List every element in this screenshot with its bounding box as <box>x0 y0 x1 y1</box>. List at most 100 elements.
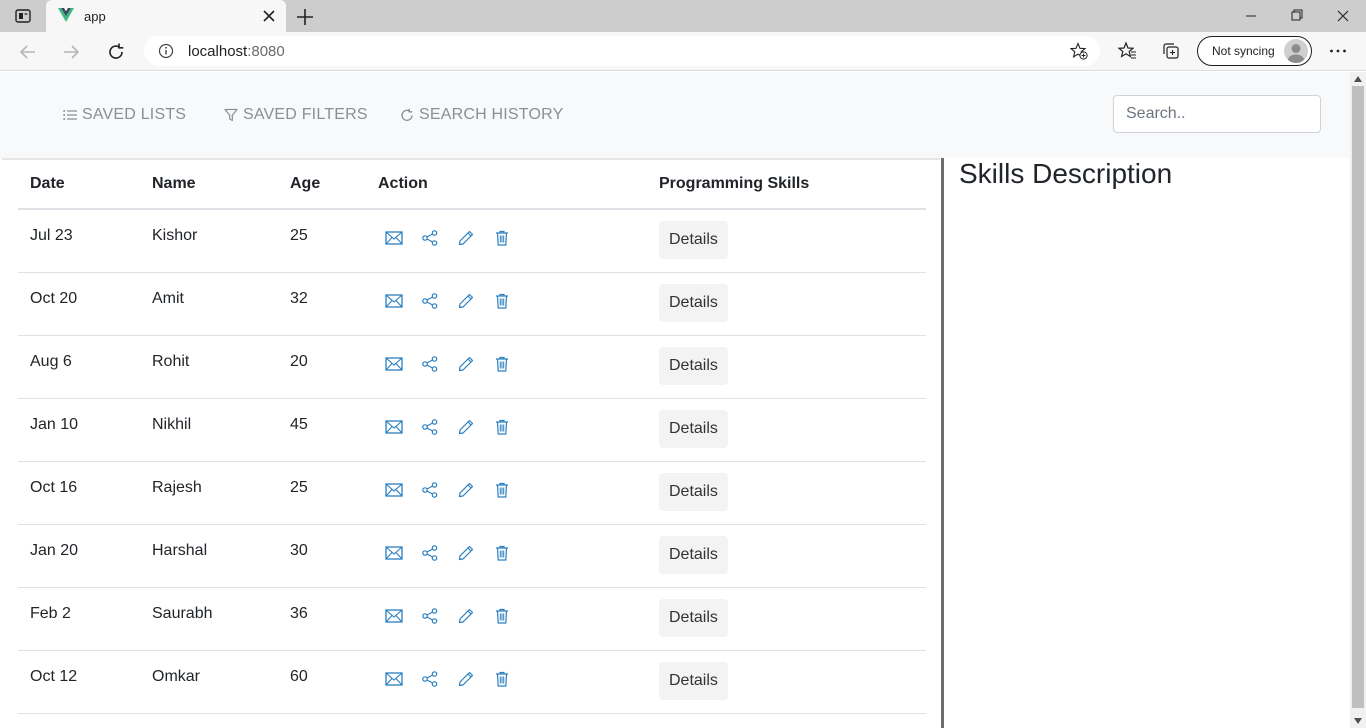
nav-saved-lists[interactable]: SAVED LISTS <box>63 104 186 126</box>
site-info-icon[interactable] <box>158 43 174 59</box>
delete-icon[interactable] <box>484 606 520 626</box>
details-button[interactable]: Details <box>659 283 728 322</box>
page-scrollbar[interactable] <box>1350 72 1366 728</box>
edit-icon[interactable] <box>448 228 484 248</box>
share-icon[interactable] <box>412 291 448 311</box>
back-icon[interactable] <box>16 40 40 64</box>
header-age[interactable]: Age <box>278 160 366 210</box>
share-icon[interactable] <box>412 480 448 500</box>
edit-icon[interactable] <box>448 543 484 563</box>
cell-skills: Details <box>647 335 926 399</box>
mail-icon[interactable] <box>376 417 412 437</box>
details-button[interactable]: Details <box>659 535 728 574</box>
restore-icon[interactable] <box>1274 4 1320 28</box>
favorites-icon[interactable] <box>1117 41 1137 61</box>
mail-icon[interactable] <box>376 480 412 500</box>
details-button[interactable]: Details <box>659 661 728 700</box>
page-content: SAVED LISTS SAVED FILTERS SEARCH HISTORY… <box>0 72 1350 728</box>
scroll-down-icon[interactable] <box>1354 718 1362 724</box>
cell-skills: Details <box>647 524 926 588</box>
minimize-icon[interactable] <box>1228 4 1274 28</box>
sync-status-button[interactable]: Not syncing <box>1197 36 1312 66</box>
share-icon[interactable] <box>412 606 448 626</box>
edit-icon[interactable] <box>448 606 484 626</box>
cell-age: 60 <box>278 650 366 714</box>
profile-avatar-icon <box>1284 39 1308 63</box>
edit-icon[interactable] <box>448 417 484 437</box>
details-button[interactable]: Details <box>659 409 728 448</box>
delete-icon[interactable] <box>484 291 520 311</box>
mail-icon[interactable] <box>376 228 412 248</box>
header-programming-skills: Programming Skills <box>647 160 926 210</box>
delete-icon[interactable] <box>484 669 520 689</box>
edit-icon[interactable] <box>448 354 484 374</box>
skills-panel: Skills Description <box>944 158 1350 728</box>
cell-skills: Details <box>647 272 926 336</box>
table-row: Oct 16 Rajesh 25 Details <box>18 461 926 525</box>
details-button[interactable]: Details <box>659 346 728 385</box>
table-row: Jan 10 Nikhil 45 Details <box>18 398 926 462</box>
vue-logo-icon <box>58 8 74 22</box>
cell-age: 25 <box>278 209 366 273</box>
edit-icon[interactable] <box>448 480 484 500</box>
scroll-up-icon[interactable] <box>1354 76 1362 82</box>
cell-actions <box>366 398 647 462</box>
more-options-icon[interactable] <box>1328 41 1348 61</box>
delete-icon[interactable] <box>484 354 520 374</box>
nav-search-history[interactable]: SEARCH HISTORY <box>400 104 563 126</box>
cell-date: Aug 6 <box>18 335 140 399</box>
details-button[interactable]: Details <box>659 472 728 511</box>
cell-actions <box>366 335 647 399</box>
delete-icon[interactable] <box>484 543 520 563</box>
delete-icon[interactable] <box>484 228 520 248</box>
search-input[interactable] <box>1113 95 1321 133</box>
window-close-icon[interactable] <box>1320 4 1366 28</box>
new-tab-icon[interactable] <box>294 6 316 28</box>
mail-icon[interactable] <box>376 291 412 311</box>
cell-age: 25 <box>278 461 366 525</box>
delete-icon[interactable] <box>484 480 520 500</box>
cell-actions <box>366 461 647 525</box>
reload-icon[interactable] <box>104 40 128 64</box>
header-action: Action <box>366 160 647 210</box>
cell-actions <box>366 272 647 336</box>
cell-skills: Details <box>647 209 926 273</box>
add-favorite-icon[interactable] <box>1070 42 1088 60</box>
close-tab-icon[interactable] <box>260 7 278 25</box>
workspaces-icon[interactable] <box>14 7 32 25</box>
mail-icon[interactable] <box>376 606 412 626</box>
forward-icon[interactable] <box>59 40 83 64</box>
cell-date: Oct 20 <box>18 272 140 336</box>
collections-icon[interactable] <box>1161 41 1181 61</box>
share-icon[interactable] <box>412 669 448 689</box>
mail-icon[interactable] <box>376 354 412 374</box>
edit-icon[interactable] <box>448 669 484 689</box>
share-icon[interactable] <box>412 417 448 437</box>
header-name[interactable]: Name <box>140 160 278 210</box>
cell-age: 45 <box>278 398 366 462</box>
cell-name: Nikhil <box>140 398 278 462</box>
cell-skills: Details <box>647 398 926 462</box>
scrollbar-thumb[interactable] <box>1352 86 1364 708</box>
cell-actions <box>366 650 647 714</box>
header-date[interactable]: Date <box>18 160 140 210</box>
nav-saved-filters-label: SAVED FILTERS <box>243 106 368 123</box>
edit-icon[interactable] <box>448 291 484 311</box>
top-navbar: SAVED LISTS SAVED FILTERS SEARCH HISTORY <box>0 72 1350 158</box>
nav-saved-lists-label: SAVED LISTS <box>82 106 187 123</box>
tab-title: app <box>84 9 106 24</box>
share-icon[interactable] <box>412 543 448 563</box>
delete-icon[interactable] <box>484 417 520 437</box>
mail-icon[interactable] <box>376 543 412 563</box>
table-row: Oct 12 Omkar 60 Details <box>18 650 926 714</box>
address-bar[interactable]: localhost:8080 <box>144 36 1100 66</box>
share-icon[interactable] <box>412 228 448 248</box>
nav-saved-filters[interactable]: SAVED FILTERS <box>224 104 368 126</box>
details-button[interactable]: Details <box>659 598 728 637</box>
share-icon[interactable] <box>412 354 448 374</box>
browser-tab[interactable]: app <box>46 0 286 32</box>
mail-icon[interactable] <box>376 669 412 689</box>
details-button[interactable]: Details <box>659 221 728 259</box>
records-table: Date Name Age Action Programming Skills … <box>18 160 926 714</box>
cell-name: Amit <box>140 272 278 336</box>
